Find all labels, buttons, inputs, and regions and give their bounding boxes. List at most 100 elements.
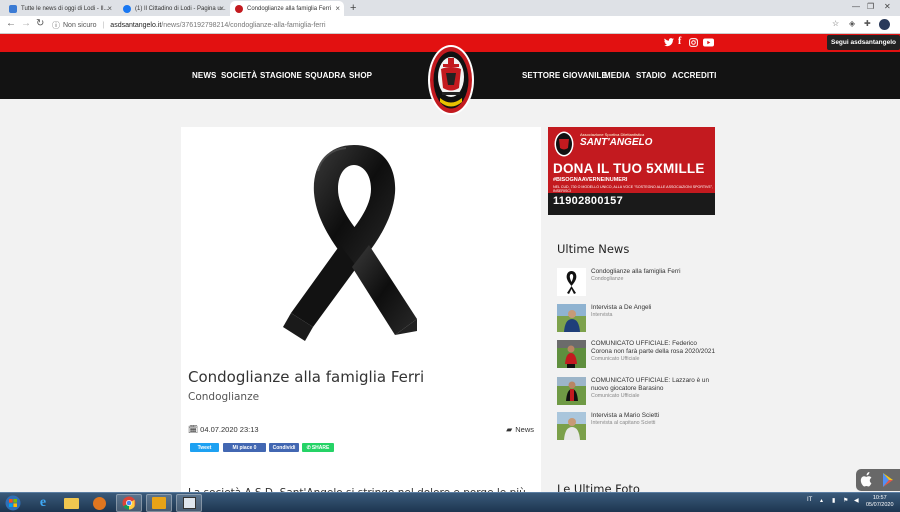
- nav-accrediti[interactable]: ACCREDITI: [672, 71, 716, 80]
- start-button[interactable]: [2, 494, 24, 512]
- nav-news[interactable]: NEWS: [192, 71, 216, 80]
- facebook-share-label: Condividi: [272, 444, 296, 451]
- tab-title: Condoglianze alla famiglia Ferri: [247, 5, 332, 12]
- profile-avatar[interactable]: [879, 19, 890, 30]
- nav-societa[interactable]: SOCIETÀ: [221, 71, 257, 80]
- flag-icon[interactable]: ⚑: [843, 497, 848, 504]
- nav-shop[interactable]: SHOP: [349, 71, 372, 80]
- news-thumbnail: [557, 340, 586, 368]
- browser-tab-1[interactable]: Tutte le news di oggi di Lodi - Il... ×: [4, 1, 116, 16]
- tray-arrow-icon[interactable]: ▴: [820, 497, 823, 504]
- bookmark-star-icon[interactable]: ☆: [832, 19, 839, 28]
- taskbar-app[interactable]: [176, 494, 202, 512]
- taskbar-outlook[interactable]: [146, 494, 172, 512]
- banner-hashtag: #BISOGNAAVERNEINUMERI: [553, 177, 628, 183]
- tab-title: (1) Il Cittadino di Lodi - Pagina u...: [135, 5, 226, 12]
- browser-tab-2[interactable]: (1) Il Cittadino di Lodi - Pagina u... ×: [118, 1, 228, 16]
- news-item-text: Intervista a De Angeli Intervista: [591, 304, 716, 319]
- news-thumbnail: [557, 304, 586, 332]
- club-favicon-icon: [235, 4, 243, 13]
- club-crest-icon: [554, 131, 574, 157]
- extension-icon[interactable]: ◈: [849, 19, 855, 28]
- tab-title: Tutte le news di oggi di Lodi - Il...: [21, 5, 109, 12]
- tweet-button[interactable]: Tweet: [190, 443, 219, 452]
- nav-settore-giovanile[interactable]: SETTORE GIOVANILE: [522, 71, 607, 80]
- 5xmille-banner[interactable]: Associazione Sportiva Dilettantistica SA…: [548, 127, 715, 215]
- network-icon[interactable]: ▮: [832, 497, 835, 504]
- news-item-category: Comunicato Ufficiale: [591, 356, 640, 362]
- news-item-text: COMUNICATO UFFICIALE: Federico Corona no…: [591, 340, 716, 363]
- facebook-share-button[interactable]: Condividi: [269, 443, 299, 452]
- news-item-title: Intervista a Mario Scietti: [591, 412, 660, 419]
- taskbar-media-player[interactable]: [86, 494, 112, 512]
- windows-logo-icon: [5, 495, 21, 511]
- banner-instructions: NEL CUD, 730 O MODELLO UNICO, ALLA VOCE …: [553, 185, 714, 193]
- puzzle-icon[interactable]: ✚: [864, 19, 871, 28]
- chrome-icon: [122, 496, 136, 510]
- info-icon[interactable]: ⓘ: [52, 20, 60, 31]
- taskbar-explorer[interactable]: [58, 494, 84, 512]
- article-section-text: News: [515, 425, 534, 434]
- calendar-icon: 🗓: [188, 425, 199, 434]
- url-field[interactable]: ⓘ Non sicuro | asdsantangelo.it/news/376…: [52, 18, 822, 32]
- new-tab-icon[interactable]: +: [350, 2, 356, 14]
- facebook-like-label: Mi piace 0: [232, 444, 257, 451]
- follow-button[interactable]: Segui asdsantangelo: [827, 35, 900, 50]
- site-favicon-icon: [9, 4, 17, 13]
- app-store-icons: [860, 472, 893, 487]
- internet-explorer-icon: e: [39, 495, 47, 510]
- volume-icon[interactable]: ◀: [854, 497, 859, 504]
- news-item-text: Intervista a Mario Scietti Intervista al…: [591, 412, 716, 427]
- close-window-icon[interactable]: ✕: [884, 2, 891, 11]
- folder-icon: [63, 497, 79, 509]
- clock-date: 05/07/2020: [866, 502, 894, 509]
- browser-tab-bar: Tutte le news di oggi di Lodi - Il... × …: [0, 0, 900, 16]
- url-divider: |: [102, 21, 105, 29]
- reload-icon[interactable]: ↻: [36, 18, 44, 29]
- security-label: Non sicuro: [63, 21, 97, 29]
- youtube-icon[interactable]: [703, 38, 714, 47]
- restore-icon[interactable]: ❐: [867, 2, 874, 11]
- facebook-favicon-icon: [123, 4, 131, 13]
- news-item-title: COMUNICATO UFFICIALE: Federico Corona no…: [591, 340, 715, 355]
- media-player-icon: [92, 496, 106, 510]
- whatsapp-share-label: SHARE: [311, 444, 330, 451]
- mourning-ribbon-image: [283, 145, 417, 341]
- url-host: asdsantangelo.it: [110, 21, 162, 29]
- close-tab-icon[interactable]: ×: [219, 4, 224, 13]
- news-item-category: Condoglianze: [591, 276, 624, 282]
- nav-stadio[interactable]: STADIO: [636, 71, 666, 80]
- article-section[interactable]: ▰ News: [506, 425, 534, 434]
- news-item-text: Condoglianze alla famiglia Ferri Condogl…: [591, 268, 716, 283]
- tweet-button-label: Tweet: [197, 444, 212, 451]
- news-item-category: Intervista al capitano Scietti: [591, 420, 656, 426]
- browser-tab-3[interactable]: Condoglianze alla famiglia Ferri ×: [230, 1, 344, 16]
- news-item-title: COMUNICATO UFFICIALE: Lazzaro è un nuovo…: [591, 377, 710, 392]
- minimize-icon[interactable]: —: [852, 2, 860, 11]
- forward-icon[interactable]: →: [21, 18, 31, 29]
- system-clock[interactable]: 10:57 05/07/2020: [866, 495, 894, 510]
- article-date-text: 04.07.2020 23:13: [200, 425, 259, 434]
- instagram-icon[interactable]: [689, 38, 698, 47]
- nav-squadra[interactable]: SQUADRA: [305, 71, 346, 80]
- nav-media[interactable]: MEDIA: [604, 71, 630, 80]
- close-tab-icon[interactable]: ×: [107, 4, 112, 13]
- close-tab-icon[interactable]: ×: [335, 4, 340, 13]
- back-icon[interactable]: ←: [6, 18, 16, 29]
- app-store-badge[interactable]: [856, 469, 900, 491]
- nav-stagione[interactable]: STAGIONE: [260, 71, 302, 80]
- facebook-like-button[interactable]: Mi piace 0: [223, 443, 266, 452]
- news-thumbnail: [557, 412, 586, 440]
- taskbar-ie[interactable]: e: [30, 494, 56, 512]
- news-item-category: Comunicato Ufficiale: [591, 393, 640, 399]
- news-item-text: COMUNICATO UFFICIALE: Lazzaro è un nuovo…: [591, 377, 716, 400]
- banner-brand: SANT'ANGELO: [580, 137, 653, 148]
- twitter-icon[interactable]: [664, 38, 674, 47]
- language-indicator[interactable]: IT: [807, 497, 812, 503]
- club-logo[interactable]: [427, 44, 475, 116]
- whatsapp-share-button[interactable]: ✆ SHARE: [302, 443, 334, 452]
- facebook-icon[interactable]: f: [678, 36, 681, 47]
- clock-time: 10:57: [872, 495, 887, 501]
- taskbar-chrome[interactable]: [116, 494, 142, 512]
- latest-news-heading: Ultime News: [557, 242, 630, 256]
